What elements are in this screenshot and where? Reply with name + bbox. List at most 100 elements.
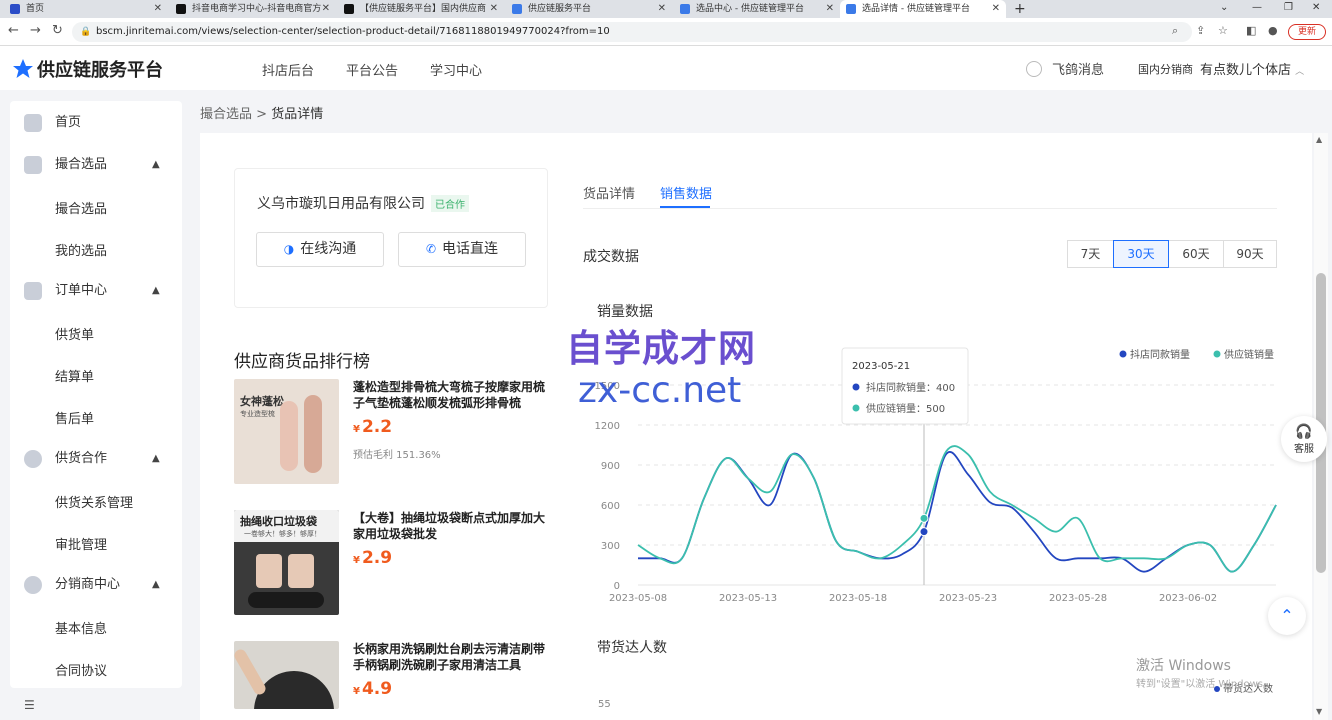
range-60d-button[interactable]: 60天 bbox=[1168, 240, 1224, 268]
product-item[interactable]: 长柄家用洗锅刷灶台刷去污清洁刷带手柄锅刷洗碗刷子家用清洁工具 ¥4.9 bbox=[234, 641, 554, 720]
product-price: ¥2.2 bbox=[353, 417, 393, 437]
close-icon[interactable]: ✕ bbox=[992, 0, 1000, 18]
close-icon[interactable]: ✕ bbox=[658, 0, 666, 18]
range-30d-button[interactable]: 30天 bbox=[1113, 240, 1169, 268]
product-price: ¥4.9 bbox=[353, 679, 393, 699]
window-close-icon[interactable]: ✕ bbox=[1312, 0, 1320, 16]
lock-icon: 🔒 bbox=[80, 27, 92, 37]
browser-tab[interactable]: 选品中心 - 供应链管理平台 ✕ bbox=[674, 0, 840, 18]
message-icon bbox=[1026, 61, 1042, 77]
close-icon[interactable]: ✕ bbox=[154, 0, 162, 18]
breadcrumb-current: 货品详情 bbox=[271, 107, 324, 122]
nav-learning-center[interactable]: 学习中心 bbox=[430, 60, 482, 79]
legend-label: 抖店同款销量 bbox=[1130, 348, 1190, 361]
customer-service-button[interactable]: 🎧 客服 bbox=[1281, 416, 1327, 462]
sidebar-group-orders[interactable]: 订单中心 ▲ bbox=[10, 277, 182, 305]
browser-tab[interactable]: 首页 ✕ bbox=[4, 0, 168, 18]
y-tick-label: 300 bbox=[601, 541, 620, 552]
browser-address-bar: ← → ↻ 🔒 bscm.jinritemai.com/views/select… bbox=[0, 18, 1332, 46]
distributor-icon bbox=[24, 576, 42, 594]
minimize-icon[interactable]: — bbox=[1252, 0, 1262, 16]
sidepanel-icon[interactable]: ◧ bbox=[1246, 24, 1256, 37]
tiktok-icon bbox=[344, 4, 354, 14]
highlight-point bbox=[919, 527, 929, 537]
nav-douyin-backend[interactable]: 抖店后台 bbox=[262, 60, 314, 79]
nav-announcements[interactable]: 平台公告 bbox=[346, 60, 398, 79]
product-image[interactable] bbox=[234, 641, 339, 709]
scroll-down-icon[interactable]: ▼ bbox=[1316, 707, 1322, 716]
browser-tab-bar: 首页 ✕ 抖音电商学习中心-抖音电商官方 ✕ 【供应链服务平台】国内供应商 ✕ … bbox=[0, 0, 1332, 18]
product-title[interactable]: 【大卷】抽绳垃圾袋断点式加厚加大家用垃圾袋批发 bbox=[353, 510, 553, 542]
range-7d-button[interactable]: 7天 bbox=[1067, 240, 1114, 268]
product-item[interactable]: 女神蓬松 专业造型梳 蓬松造型排骨梳大弯梳子按摩家用梳子气垫梳蓬松顺发梳弧形排骨… bbox=[234, 379, 554, 485]
phone-call-button[interactable]: ✆ 电话直连 bbox=[398, 232, 526, 267]
windows-activation-sub: 转到"设置"以激活 Windows。 bbox=[1136, 679, 1274, 690]
sidebar-item-settlements[interactable]: 结算单 bbox=[55, 366, 94, 385]
sidebar-item-approvals[interactable]: 审批管理 bbox=[55, 534, 107, 553]
browser-tab[interactable]: 【供应链服务平台】国内供应商 ✕ bbox=[338, 0, 504, 18]
tab-search-icon[interactable]: ⌄ bbox=[1220, 0, 1228, 16]
product-title[interactable]: 长柄家用洗锅刷灶台刷去污清洁刷带手柄锅刷洗碗刷子家用清洁工具 bbox=[353, 641, 553, 673]
back-to-top-button[interactable]: ⌃ bbox=[1268, 597, 1306, 635]
sidebar-item-basic-info[interactable]: 基本信息 bbox=[55, 618, 107, 637]
restore-icon[interactable]: ❐ bbox=[1284, 0, 1293, 16]
distributor-label: 国内分销商 bbox=[1138, 63, 1193, 76]
back-icon[interactable]: ← bbox=[8, 23, 19, 38]
series-line-1 bbox=[637, 445, 1277, 573]
product-image[interactable]: 女神蓬松 专业造型梳 bbox=[234, 379, 339, 484]
bookmark-star-icon[interactable]: ☆ bbox=[1218, 24, 1228, 37]
sidebar-item-contracts[interactable]: 合同协议 bbox=[55, 660, 107, 679]
main-panel: 义乌市璇玑日用品有限公司 已合作 ◑ 在线沟通 ✆ 电话直连 供应商货品排行榜 女神… bbox=[200, 133, 1312, 720]
product-price: ¥2.9 bbox=[353, 548, 393, 568]
tab-sales-data[interactable]: 销售数据 bbox=[660, 183, 712, 202]
logo[interactable]: 供应链服务平台 bbox=[12, 56, 163, 82]
chevron-up-icon: ▲ bbox=[152, 159, 160, 170]
share-icon[interactable]: ⇪ bbox=[1196, 24, 1205, 37]
deal-data-title: 成交数据 bbox=[583, 249, 639, 265]
tooltip-row: 供应链销量：500 bbox=[866, 402, 945, 415]
headset-icon: 🎧 bbox=[1295, 424, 1313, 440]
browser-tab[interactable]: 抖音电商学习中心-抖音电商官方 ✕ bbox=[170, 0, 336, 18]
menu-collapse-icon[interactable]: ☰ bbox=[24, 698, 35, 712]
double-chevron-up-icon: ⌃ bbox=[1280, 606, 1294, 625]
highlight-point bbox=[919, 513, 929, 523]
sidebar-group-cooperation[interactable]: 供货合作 ▲ bbox=[10, 445, 182, 473]
sidebar-item-matching[interactable]: 撮合选品 bbox=[55, 198, 107, 217]
new-tab-icon[interactable]: + bbox=[1014, 0, 1026, 18]
online-chat-button[interactable]: ◑ 在线沟通 bbox=[256, 232, 384, 267]
x-tick-label: 2023-05-18 bbox=[829, 593, 887, 604]
sidebar-group-distributor[interactable]: 分销商中心 ▲ bbox=[10, 571, 182, 599]
tab-divider bbox=[583, 208, 1277, 209]
reload-icon[interactable]: ↻ bbox=[52, 23, 63, 38]
y-tick-label: 900 bbox=[601, 461, 620, 472]
x-tick-label: 2023-05-13 bbox=[719, 593, 777, 604]
sidebar-item-supply-relations[interactable]: 供货关系管理 bbox=[55, 492, 133, 511]
update-button[interactable]: 更新 bbox=[1288, 24, 1326, 40]
scroll-up-icon[interactable]: ▲ bbox=[1316, 135, 1322, 144]
sidebar-item-after-sales[interactable]: 售后单 bbox=[55, 408, 94, 427]
url-input[interactable]: 🔒 bscm.jinritemai.com/views/selection-ce… bbox=[72, 22, 1192, 42]
sidebar-item-my-selection[interactable]: 我的选品 bbox=[55, 240, 107, 259]
close-icon[interactable]: ✕ bbox=[322, 0, 330, 18]
zoom-icon[interactable]: ⌕ bbox=[1172, 24, 1178, 38]
profile-icon[interactable]: ● bbox=[1268, 24, 1278, 37]
x-tick-label: 2023-05-08 bbox=[609, 593, 667, 604]
browser-tab[interactable]: 供应链服务平台 ✕ bbox=[506, 0, 672, 18]
tab-product-detail[interactable]: 货品详情 bbox=[583, 183, 635, 202]
range-90d-button[interactable]: 90天 bbox=[1223, 240, 1277, 268]
y-tick-label: 0 bbox=[614, 581, 620, 592]
breadcrumb-parent[interactable]: 撮合选品 bbox=[200, 107, 252, 122]
browser-tab-active[interactable]: 选品详情 - 供应链管理平台 ✕ bbox=[840, 0, 1006, 18]
product-item[interactable]: 抽绳收口垃圾袋 一卷够大！够多！够厚！ 【大卷】抽绳垃圾袋断点式加厚加大家用垃圾… bbox=[234, 510, 554, 616]
sidebar-item-home[interactable]: 首页 bbox=[10, 109, 182, 137]
product-image[interactable]: 抽绳收口垃圾袋 一卷够大！够多！够厚！ bbox=[234, 510, 339, 615]
account-menu[interactable]: 有点数儿个体店 ︿ bbox=[1200, 59, 1304, 78]
sidebar-group-matching[interactable]: 撮合选品 ▲ bbox=[10, 151, 182, 179]
forward-icon[interactable]: → bbox=[30, 23, 41, 38]
close-icon[interactable]: ✕ bbox=[490, 0, 498, 18]
sidebar-item-supply-orders[interactable]: 供货单 bbox=[55, 324, 94, 343]
product-title[interactable]: 蓬松造型排骨梳大弯梳子按摩家用梳子气垫梳蓬松顺发梳弧形排骨梳 bbox=[353, 379, 553, 411]
close-icon[interactable]: ✕ bbox=[826, 0, 834, 18]
message-link[interactable]: 飞鸽消息 bbox=[1026, 59, 1104, 78]
supplier-name: 义乌市璇玑日用品有限公司 bbox=[257, 196, 425, 212]
